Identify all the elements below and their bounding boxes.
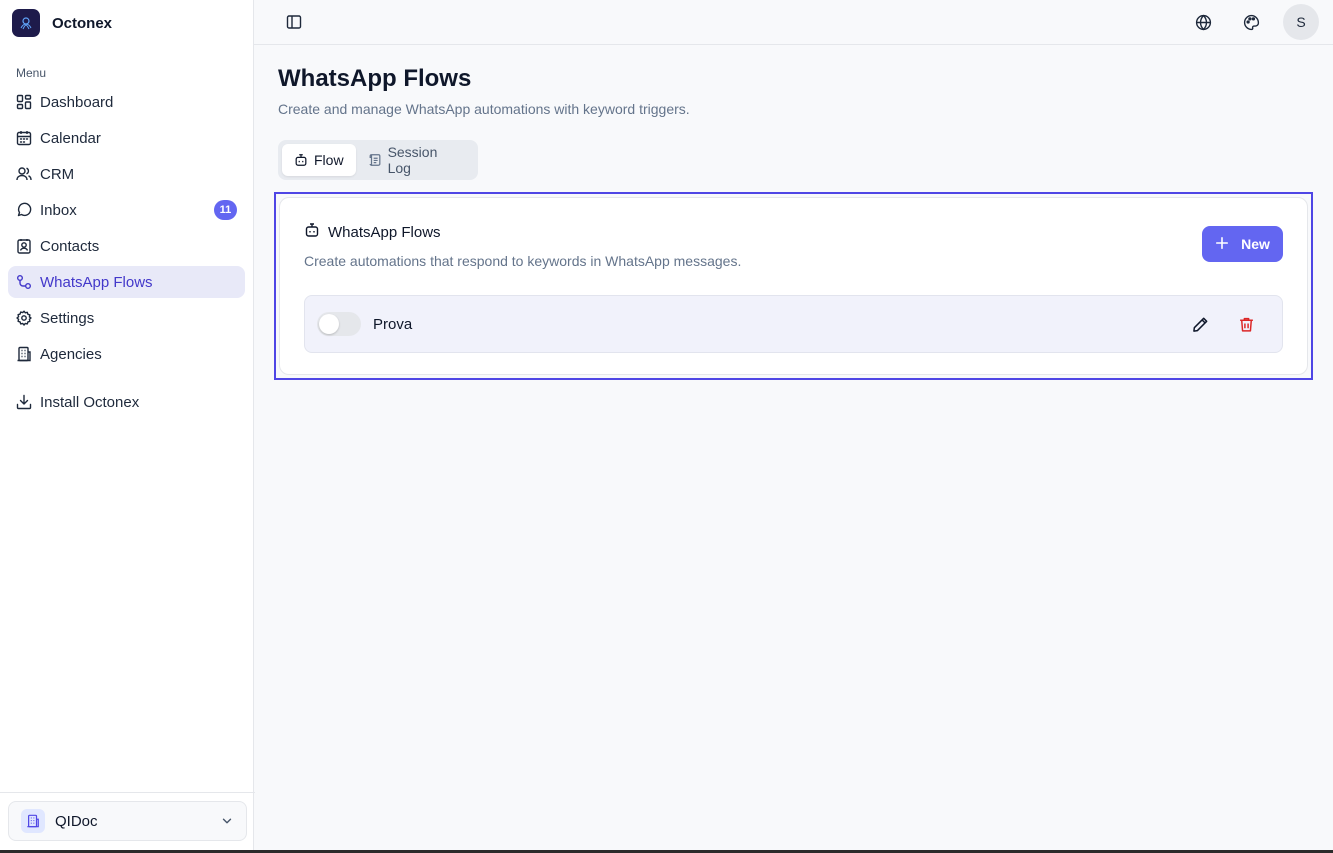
building-icon <box>21 809 45 833</box>
bot-icon <box>304 222 320 243</box>
theme-button[interactable] <box>1235 6 1267 38</box>
sidebar-item-agencies[interactable]: Agencies <box>8 338 245 370</box>
sidebar-item-label: Settings <box>40 309 95 327</box>
sidebar-item-settings[interactable]: Settings <box>8 302 245 334</box>
sidebar-item-label: Calendar <box>40 129 101 147</box>
sidebar-item-label: Dashboard <box>40 93 114 111</box>
tab-list: Flow Session Log <box>278 140 478 180</box>
dashboard-icon <box>16 94 32 110</box>
card-subtitle: Create automations that respond to keywo… <box>304 253 742 269</box>
brand-name: Octonex <box>52 14 113 32</box>
sidebar-footer: QIDoc <box>0 792 255 850</box>
org-switcher[interactable]: QIDoc <box>8 801 247 841</box>
workflow-icon <box>16 274 32 290</box>
page-subtitle: Create and manage WhatsApp automations w… <box>278 101 690 117</box>
flows-card: WhatsApp Flows Create automations that r… <box>279 197 1308 375</box>
palette-icon <box>1243 14 1259 30</box>
chevron-down-icon <box>220 814 234 828</box>
new-flow-button[interactable]: New <box>1202 226 1283 262</box>
sidebar-nav: Dashboard Calendar CRM Inbox 11 Contacts… <box>0 86 253 422</box>
sidebar: Octonex Menu Dashboard Calendar CRM Inbo… <box>0 0 255 850</box>
scroll-text-icon <box>368 153 382 167</box>
globe-icon <box>1195 14 1211 30</box>
main-area: S WhatsApp Flows Create and manage Whats… <box>254 0 1333 850</box>
install-app-button[interactable]: Install Octonex <box>8 386 245 418</box>
sidebar-item-label: WhatsApp Flows <box>40 273 153 291</box>
tab-flow[interactable]: Flow <box>282 144 356 176</box>
inbox-count-badge: 11 <box>214 200 237 220</box>
building-icon <box>16 346 32 362</box>
sidebar-item-label: Agencies <box>40 345 102 363</box>
download-icon <box>16 394 32 410</box>
flow-enabled-toggle[interactable] <box>317 312 361 336</box>
tab-label: Session Log <box>387 144 438 176</box>
org-name: QIDoc <box>55 812 98 830</box>
brand[interactable]: Octonex <box>0 0 253 46</box>
toggle-knob <box>319 314 339 334</box>
message-circle-icon <box>16 202 32 218</box>
page-title: WhatsApp Flows <box>278 65 472 92</box>
sidebar-item-calendar[interactable]: Calendar <box>8 122 245 154</box>
trash-icon <box>1239 317 1253 332</box>
sidebar-item-label: CRM <box>40 165 75 183</box>
octonex-logo <box>12 9 40 37</box>
sidebar-item-label: Contacts <box>40 237 100 255</box>
toggle-sidebar-button[interactable] <box>278 6 310 38</box>
pencil-icon <box>1192 317 1207 332</box>
sidebar-item-dashboard[interactable]: Dashboard <box>8 86 245 118</box>
card-header: WhatsApp Flows <box>304 222 1283 243</box>
edit-flow-button[interactable] <box>1184 308 1216 340</box>
sidebar-item-crm[interactable]: CRM <box>8 158 245 190</box>
sidebar-item-inbox[interactable]: Inbox 11 <box>8 194 245 226</box>
gear-icon <box>16 310 32 326</box>
tab-session-log[interactable]: Session Log <box>356 144 474 176</box>
sidebar-item-whatsapp-flows[interactable]: WhatsApp Flows <box>8 266 245 298</box>
bot-icon <box>294 153 308 167</box>
row-actions <box>1184 308 1262 340</box>
card-title: WhatsApp Flows <box>328 224 441 241</box>
tab-label: Flow <box>314 152 344 168</box>
language-button[interactable] <box>1187 6 1219 38</box>
page-content: WhatsApp Flows Create and manage WhatsAp… <box>254 45 1333 380</box>
sidebar-item-label: Inbox <box>40 201 77 219</box>
sidebar-toggle-icon <box>286 15 302 29</box>
flow-name: Prova <box>373 315 413 333</box>
new-label: New <box>1241 236 1270 252</box>
contact-icon <box>16 238 32 254</box>
avatar[interactable]: S <box>1283 4 1319 40</box>
calendar-icon <box>16 130 32 146</box>
install-label: Install Octonex <box>40 393 140 411</box>
delete-flow-button[interactable] <box>1230 308 1262 340</box>
selection-highlight: WhatsApp Flows Create automations that r… <box>274 192 1313 380</box>
octopus-icon <box>20 17 32 30</box>
flow-row: Prova <box>304 295 1283 353</box>
users-icon <box>16 166 32 182</box>
plus-icon <box>1215 236 1229 253</box>
sidebar-item-contacts[interactable]: Contacts <box>8 230 245 262</box>
menu-label: Menu <box>16 66 47 80</box>
topbar: S <box>254 0 1333 45</box>
